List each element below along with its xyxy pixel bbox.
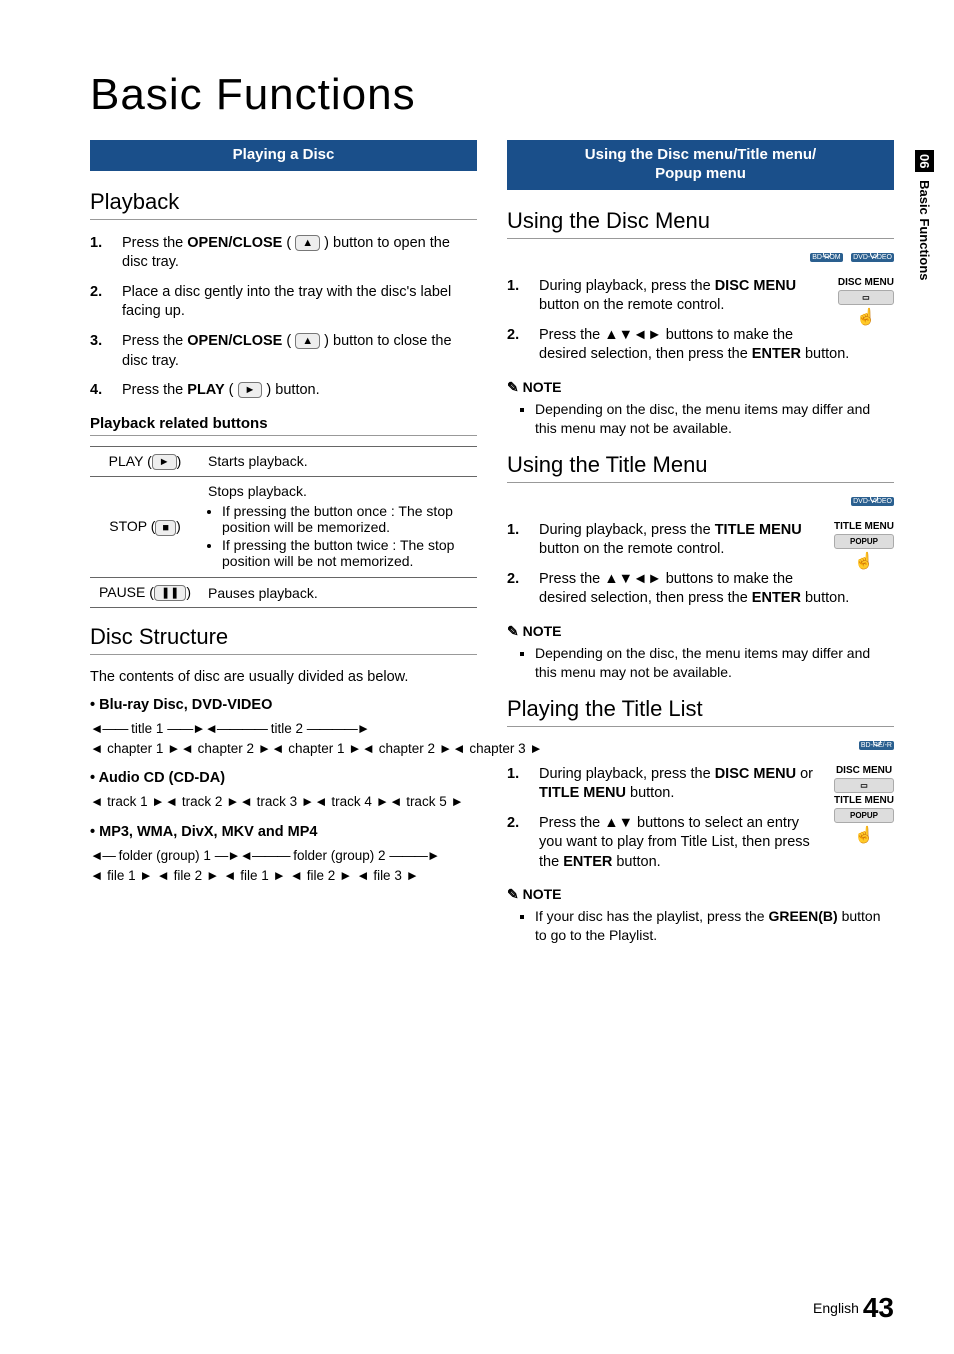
title-menu-heading: Using the Title Menu (507, 452, 894, 483)
play-icon: ► (238, 382, 263, 398)
playback-step: Press the OPEN/CLOSE ( ▲ ) button to ope… (90, 234, 477, 273)
note-list: Depending on the disc, the menu items ma… (507, 400, 894, 438)
pause-icon: ❚❚ (154, 585, 186, 601)
disc-badge: DVD-VIDEO (851, 253, 894, 262)
page-footer: English 43 (813, 1292, 894, 1324)
note-label: NOTE (507, 623, 894, 640)
playback-heading: Playback (90, 189, 477, 220)
side-tab: 06 Basic Functions (915, 150, 934, 281)
left-column: Playing a Disc Playback Press the OPEN/C… (90, 140, 477, 959)
play-icon: ► (152, 454, 177, 470)
section-band-playing-disc: Playing a Disc (90, 140, 477, 171)
playback-related-heading: Playback related buttons (90, 415, 477, 436)
structure-group-title: Audio CD (CD-DA) (90, 770, 477, 786)
playback-step: Press the OPEN/CLOSE ( ▲ ) button to clo… (90, 332, 477, 371)
format-badges: BD-ROM DVD-VIDEO (507, 253, 894, 271)
stop-icon: ■ (155, 520, 176, 536)
page-number: 43 (863, 1292, 894, 1323)
playback-step: Place a disc gently into the tray with t… (90, 283, 477, 322)
playback-steps: Press the OPEN/CLOSE ( ▲ ) button to ope… (90, 234, 477, 401)
structure-diagram: ◄—— title 1 ——►◄———— title 2 ————► chapt… (90, 719, 477, 758)
note-list: If your disc has the playlist, press the… (507, 907, 894, 945)
footer-language: English (813, 1300, 859, 1316)
playback-buttons-table: PLAY (►) Starts playback. STOP (■) Stops… (90, 446, 477, 609)
structure-diagram: track 1track 2track 3track 4track 5 (90, 792, 477, 812)
eject-icon: ▲ (295, 333, 320, 349)
step: During playback, press the DISC MENU but… (507, 277, 894, 316)
format-badges: BD-RE/-R (507, 741, 894, 759)
disc-structure-intro: The contents of disc are usually divided… (90, 669, 477, 685)
chapter-number: 06 (915, 150, 934, 172)
structure-group-title: MP3, WMA, DivX, MKV and MP4 (90, 824, 477, 840)
disc-badge: DVD-VIDEO (851, 497, 894, 506)
disc-structure-heading: Disc Structure (90, 624, 477, 655)
step: Press the ▲▼◄► buttons to make the desir… (507, 570, 894, 609)
structure-group-title: Blu-ray Disc, DVD-VIDEO (90, 697, 477, 713)
structure-diagram: ◄— folder (group) 1 —►◄——— folder (group… (90, 846, 477, 885)
disc-badge: BD-RE/-R (859, 741, 894, 750)
note-label: NOTE (507, 886, 894, 903)
note-label: NOTE (507, 379, 894, 396)
content-columns: Playing a Disc Playback Press the OPEN/C… (90, 140, 894, 959)
title-list-heading: Playing the Title List (507, 696, 894, 727)
format-badges: DVD-VIDEO (507, 497, 894, 515)
right-column: Using the Disc menu/Title menu/ Popup me… (507, 140, 894, 959)
table-row: PAUSE (❚❚) Pauses playback. (90, 577, 477, 607)
title-list-steps: During playback, press the DISC MENU or … (507, 765, 894, 873)
playback-step: Press the PLAY ( ► ) button. (90, 381, 477, 401)
table-row: STOP (■) Stops playback. If pressing the… (90, 476, 477, 577)
disc-badge: BD-ROM (810, 253, 842, 262)
section-band-disc-menu: Using the Disc menu/Title menu/ Popup me… (507, 140, 894, 190)
chapter-label: Basic Functions (917, 180, 932, 280)
note-list: Depending on the disc, the menu items ma… (507, 644, 894, 682)
table-row: PLAY (►) Starts playback. (90, 446, 477, 476)
step: Press the ▲▼ buttons to select an entry … (507, 814, 894, 873)
disc-menu-heading: Using the Disc Menu (507, 208, 894, 239)
disc-menu-steps: During playback, press the DISC MENU but… (507, 277, 894, 365)
page-title: Basic Functions (90, 70, 894, 120)
eject-icon: ▲ (295, 235, 320, 251)
step: During playback, press the TITLE MENU bu… (507, 521, 894, 560)
step: Press the ▲▼◄► buttons to make the desir… (507, 326, 894, 365)
step: During playback, press the DISC MENU or … (507, 765, 894, 804)
